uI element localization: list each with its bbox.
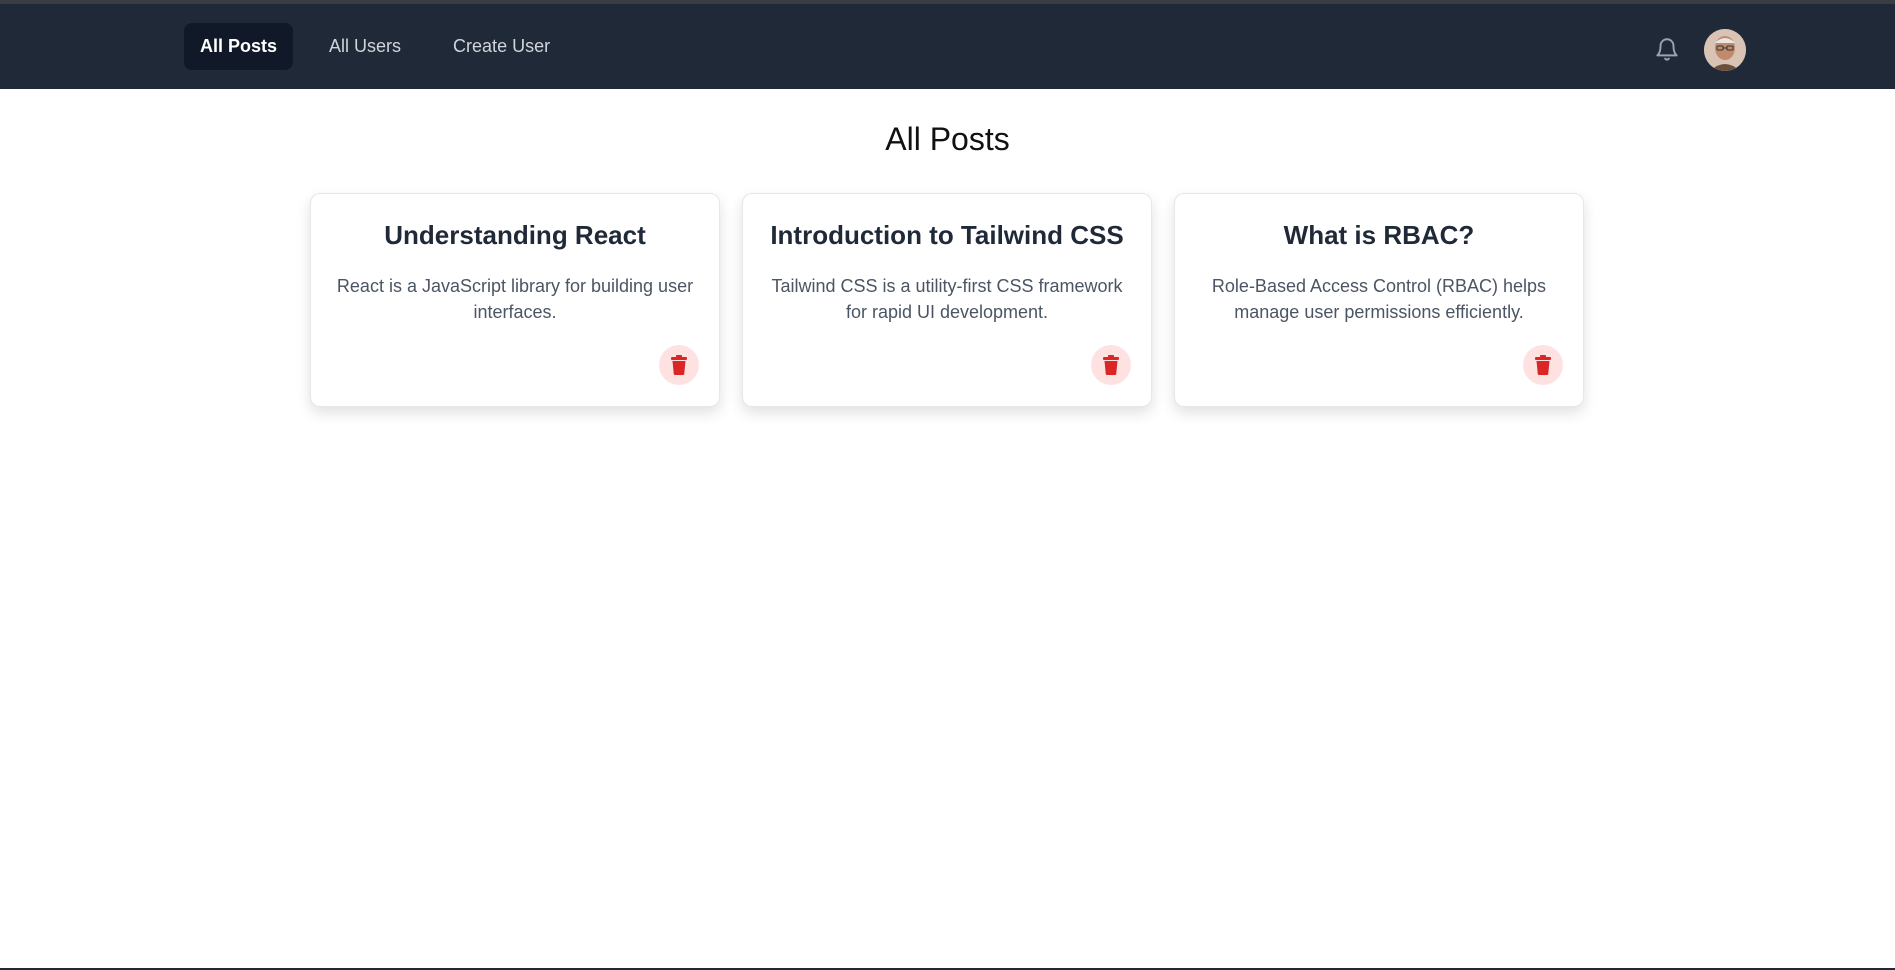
post-title: What is RBAC? (1283, 220, 1475, 250)
trash-icon (671, 355, 687, 375)
post-title: Understanding React (384, 220, 646, 250)
nav-link-all-posts[interactable]: All Posts (184, 23, 294, 70)
delete-post-button[interactable] (659, 345, 699, 385)
nav-link-all-users[interactable]: All Users (313, 23, 417, 70)
post-card-grid: Understanding React React is a JavaScrip… (310, 193, 1584, 407)
post-title: Introduction to Tailwind CSS (770, 220, 1124, 250)
post-description: React is a JavaScript library for buildi… (336, 276, 694, 322)
post-card: What is RBAC? Role-Based Access Control … (1174, 193, 1584, 407)
post-card: Understanding React React is a JavaScrip… (310, 193, 720, 407)
trash-icon (1103, 355, 1119, 375)
nav-actions (1652, 29, 1746, 71)
top-navbar: All Posts All Users Create User (0, 4, 1895, 89)
delete-post-button[interactable] (1523, 345, 1563, 385)
post-card: Introduction to Tailwind CSS Tailwind CS… (742, 193, 1152, 407)
trash-icon (1535, 355, 1551, 375)
bell-icon[interactable] (1652, 35, 1682, 65)
nav-links: All Posts All Users Create User (184, 23, 586, 70)
delete-post-button[interactable] (1091, 345, 1131, 385)
post-description: Role-Based Access Control (RBAC) helps m… (1211, 276, 1547, 322)
post-description: Tailwind CSS is a utility-first CSS fram… (771, 276, 1123, 322)
user-avatar[interactable] (1704, 29, 1746, 71)
page-title: All Posts (885, 121, 1010, 157)
nav-link-create-user[interactable]: Create User (437, 23, 566, 70)
